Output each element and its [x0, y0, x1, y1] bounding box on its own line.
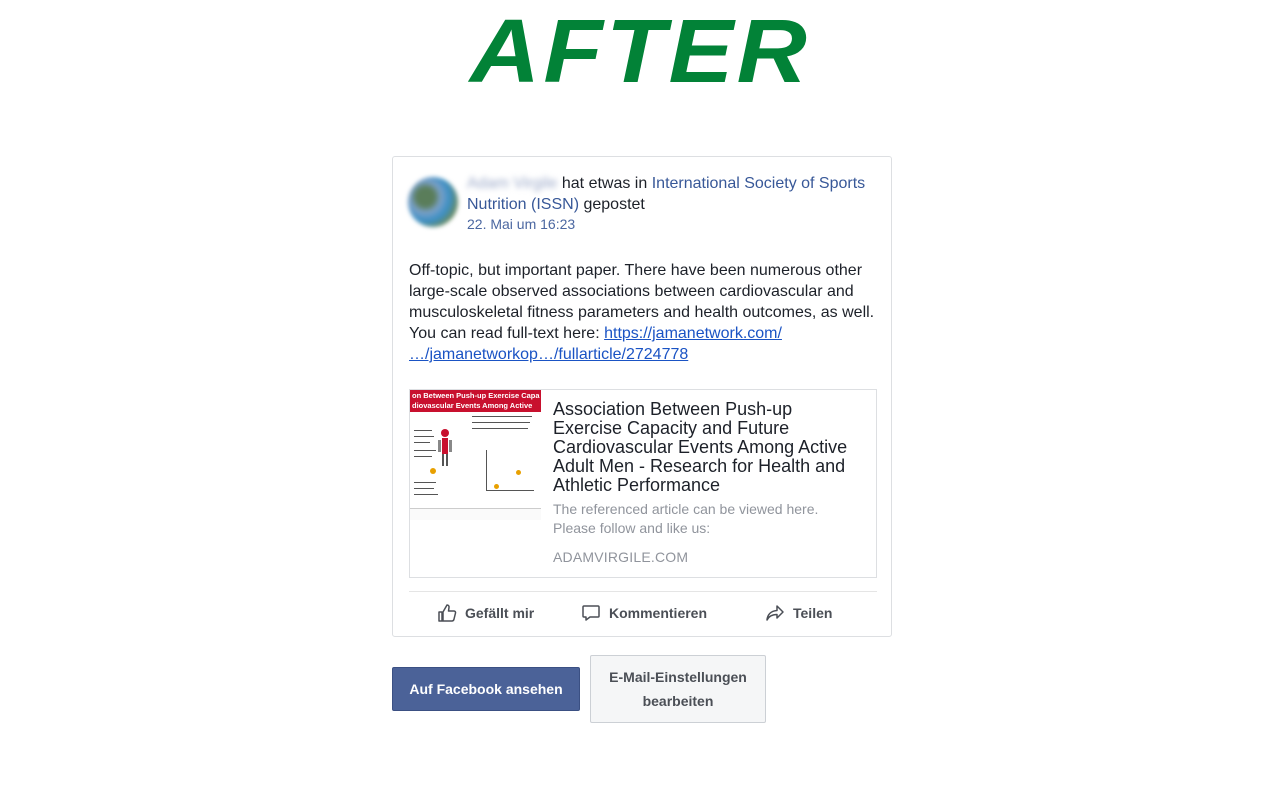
post-timestamp[interactable]: 22. Mai um 16:23 [467, 216, 575, 232]
preview-thumbnail: on Between Push-up Exercise Capa diovasc… [410, 390, 541, 520]
share-label: Teilen [793, 605, 833, 621]
thumbnail-text-line [414, 436, 434, 437]
comment-label: Kommentieren [609, 605, 708, 621]
view-on-facebook-button[interactable]: Auf Facebook ansehen [392, 667, 580, 711]
thumbnail-text-line [414, 450, 436, 451]
article-link-line1: https://jamanetwork.com/ [604, 325, 782, 342]
comment-button[interactable]: Kommentieren [581, 592, 707, 634]
post-action-text: hat etwas in [561, 175, 648, 192]
thumbnail-axis [486, 450, 487, 490]
post-header: Adam Virgile hat etwas in International … [467, 173, 877, 215]
preview-title[interactable]: Association Between Push-up Exercise Cap… [553, 400, 863, 495]
thumbnail-axis [486, 490, 534, 491]
facebook-post-card: Adam Virgile hat etwas in International … [392, 156, 892, 637]
post-body: Off-topic, but important paper. There ha… [409, 260, 879, 365]
thumbnail-text-line [414, 488, 434, 489]
thumbnail-text-line [472, 422, 530, 423]
thumbnail-text-line [414, 494, 438, 495]
thumbnail-point [516, 470, 521, 475]
author-name[interactable]: Adam Virgile [467, 173, 557, 194]
thumbnail-text-line [414, 442, 430, 443]
thumbs-up-icon [438, 604, 457, 622]
like-button[interactable]: Gefällt mir [437, 592, 534, 634]
thumbnail-text-line [414, 482, 436, 483]
after-heading: AFTER [469, 2, 811, 102]
link-preview[interactable]: on Between Push-up Exercise Capa diovasc… [409, 389, 877, 578]
post-actions-bar: Gefällt mir Kommentieren Teilen [409, 591, 877, 636]
thumbnail-text-line [472, 416, 532, 417]
thumbnail-dot [430, 468, 436, 474]
thumbnail-text-line [414, 430, 432, 431]
share-button[interactable]: Teilen [765, 592, 832, 634]
thumbnail-point [494, 484, 499, 489]
share-arrow-icon [766, 605, 784, 621]
post-action-suffix: gepostet [583, 196, 645, 213]
author-avatar[interactable] [408, 177, 458, 227]
like-label: Gefällt mir [465, 605, 535, 621]
thumbnail-text-line [414, 456, 432, 457]
thumbnail-footer [410, 508, 541, 520]
preview-description: The referenced article can be viewed her… [553, 501, 819, 536]
comment-icon [582, 605, 600, 621]
thumbnail-text-line [472, 428, 528, 429]
thumbnail-figure [436, 428, 454, 468]
edit-email-settings-button[interactable]: E-Mail-Einstellungen bearbeiten [590, 655, 766, 723]
thumbnail-banner: on Between Push-up Exercise Capa diovasc… [410, 390, 541, 412]
preview-domain: ADAMVIRGILE.COM [553, 549, 689, 565]
article-link-line2: …/jamanetworkop…/fullarticle/2724778 [409, 346, 689, 363]
